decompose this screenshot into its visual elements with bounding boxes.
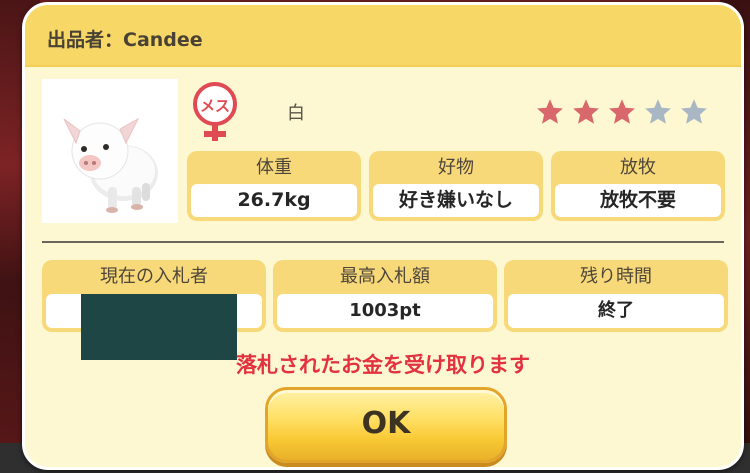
star-filled-icon: [537, 99, 563, 124]
time-left-value: 終了: [508, 294, 724, 328]
pig-icon: [63, 117, 158, 213]
star-filled-icon: [609, 99, 635, 124]
highest-bid-label: 最高入札額: [340, 266, 430, 287]
stat-grazing: 放牧 放牧不要: [551, 151, 725, 221]
stat-weight: 体重 26.7kg: [187, 151, 361, 221]
animal-portrait: [42, 79, 178, 223]
gender-label: メス: [200, 97, 230, 115]
dialog-header: 出品者：Candee: [25, 5, 741, 67]
time-left-card: 残り時間 終了: [504, 260, 728, 332]
female-icon: メス: [192, 81, 238, 145]
stat-favorite-label: 好物: [438, 157, 474, 178]
stat-favorite: 好物 好き嫌いなし: [369, 151, 543, 221]
highest-bid-value: 1003pt: [277, 294, 493, 328]
color-label: 白: [287, 103, 305, 124]
star-empty-icon: [645, 99, 671, 124]
stat-weight-value: 26.7kg: [191, 184, 357, 217]
notice-text: 落札されたお金を受け取ります: [236, 353, 530, 377]
seller-label: 出品者：Candee: [47, 29, 203, 51]
stat-grazing-label: 放牧: [620, 157, 656, 178]
divider: [42, 241, 724, 243]
star-empty-icon: [681, 99, 707, 124]
stat-grazing-value: 放牧不要: [555, 184, 721, 217]
stat-weight-label: 体重: [256, 157, 292, 178]
auction-result-dialog: 出品者：Candee メス 白 体重 26.7kg 好物 好き嫌いなし 放牧 放…: [22, 2, 744, 470]
stat-favorite-value: 好き嫌いなし: [373, 184, 539, 217]
current-bidder-label: 現在の入札者: [100, 266, 208, 287]
highest-bid-card: 最高入札額 1003pt: [273, 260, 497, 332]
ok-button[interactable]: OK: [265, 387, 507, 463]
rating-stars: [535, 97, 709, 127]
time-left-label: 残り時間: [580, 266, 652, 287]
star-filled-icon: [573, 99, 599, 124]
